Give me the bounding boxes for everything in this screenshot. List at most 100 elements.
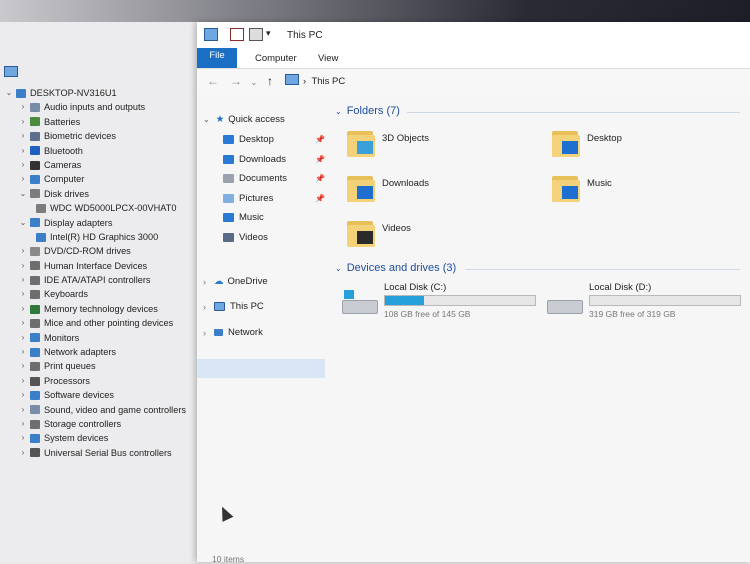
chevron-right-icon[interactable]: ›: [18, 374, 28, 388]
quick-access-item[interactable]: Videos: [223, 232, 268, 243]
device-category[interactable]: › Network adapters: [4, 345, 209, 359]
folders-section-header[interactable]: ⌄ Folders (7): [335, 105, 740, 117]
device-category[interactable]: › Computer: [4, 172, 209, 186]
properties-icon[interactable]: [230, 28, 244, 41]
chevron-right-icon[interactable]: ›: [18, 115, 28, 129]
device-category[interactable]: › IDE ATA/ATAPI controllers: [4, 273, 209, 287]
device-category[interactable]: › Universal Serial Bus controllers: [4, 446, 209, 460]
chevron-down-icon[interactable]: ⌄: [18, 187, 28, 201]
customize-toolbar-icon[interactable]: ▾: [266, 28, 278, 39]
chevron-down-icon[interactable]: ⌄: [335, 107, 342, 116]
tab-file[interactable]: File: [197, 48, 237, 68]
device-category[interactable]: › Processors: [4, 374, 209, 388]
device-category[interactable]: › Monitors: [4, 331, 209, 345]
device-category[interactable]: › Mice and other pointing devices: [4, 316, 209, 330]
windows-drive-icon: [342, 290, 378, 314]
chevron-right-icon[interactable]: ›: [18, 359, 28, 373]
device-category[interactable]: › Bluetooth: [4, 144, 209, 158]
chevron-right-icon[interactable]: ›: [18, 446, 28, 460]
up-icon[interactable]: ↑: [267, 74, 273, 88]
quick-access-item[interactable]: Desktop 📌: [223, 134, 325, 145]
chevron-right-icon[interactable]: ›: [18, 287, 28, 301]
device-category[interactable]: › Audio inputs and outputs: [4, 100, 209, 114]
chevron-right-icon[interactable]: ›: [203, 302, 206, 312]
folder-item[interactable]: 3D Objects: [347, 127, 429, 157]
folder-item[interactable]: Videos: [347, 217, 411, 247]
device-item[interactable]: Intel(R) HD Graphics 3000: [4, 230, 209, 244]
monitor-icon: [30, 333, 40, 343]
device-category[interactable]: › Human Interface Devices: [4, 259, 209, 273]
chevron-right-icon[interactable]: ›: [18, 388, 28, 402]
device-category[interactable]: › Cameras: [4, 158, 209, 172]
device-item[interactable]: WDC WD5000LPCX-00VHAT0: [4, 201, 209, 215]
pin-icon[interactable]: 📌: [315, 155, 325, 164]
chevron-right-icon[interactable]: ›: [18, 129, 28, 143]
chevron-right-icon[interactable]: ›: [18, 172, 28, 186]
network-nav[interactable]: › Network: [203, 327, 263, 338]
folder-item[interactable]: Desktop: [552, 127, 622, 157]
chevron-right-icon[interactable]: ›: [203, 277, 206, 287]
chevron-down-icon[interactable]: ⌄: [335, 264, 342, 273]
drive-item[interactable]: Local Disk (C:) 108 GB free of 145 GB: [342, 282, 536, 319]
chevron-right-icon[interactable]: ›: [18, 316, 28, 330]
chevron-down-icon[interactable]: ⌄: [250, 77, 258, 88]
forward-icon[interactable]: →: [230, 74, 242, 88]
quick-access-item[interactable]: Downloads 📌: [223, 154, 325, 165]
chevron-right-icon[interactable]: ›: [18, 244, 28, 258]
chevron-right-icon[interactable]: ›: [18, 259, 28, 273]
quick-access[interactable]: ⌄ ★ Quick access: [203, 114, 285, 125]
chevron-right-icon[interactable]: ›: [18, 302, 28, 316]
quick-access-item[interactable]: Music: [223, 212, 264, 223]
pin-icon[interactable]: 📌: [315, 135, 325, 144]
device-category[interactable]: › Print queues: [4, 359, 209, 373]
device-item-label: WDC WD5000LPCX-00VHAT0: [50, 203, 177, 214]
new-folder-icon[interactable]: [249, 28, 263, 41]
breadcrumb-this-pc[interactable]: This PC: [311, 76, 345, 87]
tab-computer[interactable]: Computer: [245, 51, 307, 66]
device-category[interactable]: ⌄ Disk drives: [4, 187, 209, 201]
chevron-right-icon[interactable]: ›: [18, 158, 28, 172]
device-category[interactable]: › Sound, video and game controllers: [4, 403, 209, 417]
tab-view[interactable]: View: [308, 51, 348, 66]
chevron-right-icon[interactable]: ›: [18, 403, 28, 417]
chevron-right-icon[interactable]: ›: [203, 328, 206, 338]
device-category[interactable]: › Biometric devices: [4, 129, 209, 143]
chevron-down-icon[interactable]: ⌄: [18, 216, 28, 230]
chevron-down-icon[interactable]: ⌄: [4, 86, 14, 100]
chevron-right-icon[interactable]: ›: [18, 417, 28, 431]
quick-access-item[interactable]: Pictures 📌: [223, 193, 325, 204]
device-category[interactable]: › Keyboards: [4, 287, 209, 301]
devices-section-header[interactable]: ⌄ Devices and drives (3): [335, 262, 740, 274]
chevron-right-icon[interactable]: ›: [18, 331, 28, 345]
device-category[interactable]: › System devices: [4, 431, 209, 445]
quick-access-item[interactable]: Documents 📌: [223, 173, 325, 184]
device-category[interactable]: › DVD/CD-ROM drives: [4, 244, 209, 258]
chevron-right-icon[interactable]: ›: [18, 144, 28, 158]
folder-label: Desktop: [587, 133, 622, 144]
device-category[interactable]: › Software devices: [4, 388, 209, 402]
device-category[interactable]: ⌄ Display adapters: [4, 216, 209, 230]
folder-item[interactable]: Music: [552, 172, 612, 202]
chevron-right-icon[interactable]: ›: [18, 345, 28, 359]
device-category-label: System devices: [44, 433, 109, 444]
folder-item[interactable]: Downloads: [347, 172, 429, 202]
onedrive[interactable]: › ☁ OneDrive: [203, 276, 268, 287]
breadcrumb[interactable]: › This PC: [303, 76, 345, 87]
chevron-down-icon[interactable]: ⌄: [203, 115, 210, 124]
back-icon[interactable]: ←: [207, 74, 219, 88]
chevron-right-icon[interactable]: ›: [18, 100, 28, 114]
device-category[interactable]: › Storage controllers: [4, 417, 209, 431]
pin-icon[interactable]: 📌: [315, 174, 325, 183]
device-manager-window: ⌄ DESKTOP-NV316U1 › Audio inputs and outp…: [0, 22, 205, 562]
chevron-right-icon[interactable]: ›: [18, 273, 28, 287]
device-category-label: Biometric devices: [44, 131, 116, 142]
chevron-right-icon[interactable]: ›: [18, 431, 28, 445]
onedrive-label: OneDrive: [227, 276, 268, 287]
device-tree-root[interactable]: ⌄ DESKTOP-NV316U1: [4, 86, 209, 100]
pin-icon[interactable]: 📌: [315, 194, 325, 203]
device-category[interactable]: › Memory technology devices: [4, 302, 209, 316]
display-adapter-icon: [30, 218, 40, 228]
drive-item[interactable]: Local Disk (D:) 319 GB free of 319 GB: [547, 282, 741, 319]
this-pc-nav[interactable]: › This PC: [203, 301, 264, 312]
device-category[interactable]: › Batteries: [4, 115, 209, 129]
